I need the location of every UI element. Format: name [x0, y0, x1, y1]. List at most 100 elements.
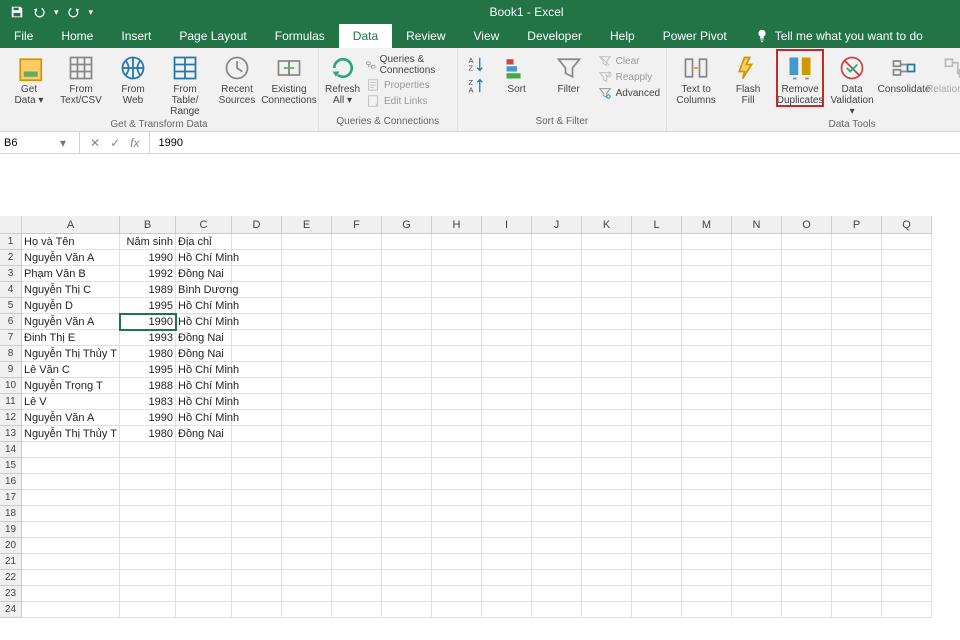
cell-B21[interactable] [120, 554, 176, 570]
sort-desc-button[interactable]: ZA [464, 76, 488, 96]
cell-F3[interactable] [332, 266, 382, 282]
cell-E24[interactable] [282, 602, 332, 618]
cell-O22[interactable] [782, 570, 832, 586]
row-header-13[interactable]: 13 [0, 426, 22, 442]
cell-F4[interactable] [332, 282, 382, 298]
cell-Q12[interactable] [882, 410, 932, 426]
cell-A5[interactable]: Nguyễn D [22, 298, 120, 314]
cell-Q7[interactable] [882, 330, 932, 346]
cell-I10[interactable] [482, 378, 532, 394]
row-headers[interactable]: 123456789101112131415161718192021222324 [0, 234, 22, 618]
cell-O13[interactable] [782, 426, 832, 442]
cell-L3[interactable] [632, 266, 682, 282]
cell-F7[interactable] [332, 330, 382, 346]
undo-icon[interactable] [32, 5, 46, 19]
redo-icon[interactable] [67, 5, 81, 19]
cell-D7[interactable] [232, 330, 282, 346]
cell-I18[interactable] [482, 506, 532, 522]
cell-F19[interactable] [332, 522, 382, 538]
cell-L14[interactable] [632, 442, 682, 458]
cell-E2[interactable] [282, 250, 332, 266]
cell-J21[interactable] [532, 554, 582, 570]
cell-Q15[interactable] [882, 458, 932, 474]
row-header-15[interactable]: 15 [0, 458, 22, 474]
from-web-button[interactable]: FromWeb [110, 50, 156, 106]
cell-O19[interactable] [782, 522, 832, 538]
col-header-C[interactable]: C [176, 216, 232, 234]
row-header-1[interactable]: 1 [0, 234, 22, 250]
cell-O18[interactable] [782, 506, 832, 522]
cell-N11[interactable] [732, 394, 782, 410]
cell-P1[interactable] [832, 234, 882, 250]
save-icon[interactable] [10, 5, 24, 19]
cell-J16[interactable] [532, 474, 582, 490]
cell-O23[interactable] [782, 586, 832, 602]
row-header-10[interactable]: 10 [0, 378, 22, 394]
cell-P21[interactable] [832, 554, 882, 570]
cell-D14[interactable] [232, 442, 282, 458]
cell-C21[interactable] [176, 554, 232, 570]
cell-B3[interactable]: 1992 [120, 266, 176, 282]
cell-H8[interactable] [432, 346, 482, 362]
cell-Q1[interactable] [882, 234, 932, 250]
cell-J5[interactable] [532, 298, 582, 314]
cell-E6[interactable] [282, 314, 332, 330]
cell-D13[interactable] [232, 426, 282, 442]
cell-M18[interactable] [682, 506, 732, 522]
cell-B23[interactable] [120, 586, 176, 602]
tell-me-search[interactable]: Tell me what you want to do [741, 24, 923, 48]
cell-P5[interactable] [832, 298, 882, 314]
cell-H7[interactable] [432, 330, 482, 346]
cell-J9[interactable] [532, 362, 582, 378]
tab-help[interactable]: Help [596, 24, 649, 48]
advanced-button[interactable]: Advanced [598, 86, 660, 100]
row-header-21[interactable]: 21 [0, 554, 22, 570]
cell-A22[interactable] [22, 570, 120, 586]
cell-N18[interactable] [732, 506, 782, 522]
cell-D23[interactable] [232, 586, 282, 602]
chevron-down-icon[interactable]: ▾ [54, 7, 59, 18]
cell-B4[interactable]: 1989 [120, 282, 176, 298]
cell-O11[interactable] [782, 394, 832, 410]
cell-K20[interactable] [582, 538, 632, 554]
cell-B19[interactable] [120, 522, 176, 538]
cell-A2[interactable]: Nguyễn Văn A [22, 250, 120, 266]
cell-I20[interactable] [482, 538, 532, 554]
cell-Q11[interactable] [882, 394, 932, 410]
cell-J11[interactable] [532, 394, 582, 410]
cell-G15[interactable] [382, 458, 432, 474]
row-header-6[interactable]: 6 [0, 314, 22, 330]
cell-K16[interactable] [582, 474, 632, 490]
cell-J1[interactable] [532, 234, 582, 250]
cell-Q2[interactable] [882, 250, 932, 266]
cell-E21[interactable] [282, 554, 332, 570]
cell-O6[interactable] [782, 314, 832, 330]
cell-Q22[interactable] [882, 570, 932, 586]
cell-N8[interactable] [732, 346, 782, 362]
cell-A13[interactable]: Nguyễn Thị Thủy T [22, 426, 120, 442]
cell-M22[interactable] [682, 570, 732, 586]
cell-M8[interactable] [682, 346, 732, 362]
cell-P22[interactable] [832, 570, 882, 586]
cell-C4[interactable]: Bình Dương [176, 282, 232, 298]
cell-G10[interactable] [382, 378, 432, 394]
cell-C19[interactable] [176, 522, 232, 538]
cell-C12[interactable]: Hồ Chí Minh [176, 410, 232, 426]
from-table-range-button[interactable]: From Table/Range [162, 50, 208, 117]
cell-L18[interactable] [632, 506, 682, 522]
cell-O10[interactable] [782, 378, 832, 394]
cell-Q6[interactable] [882, 314, 932, 330]
col-header-I[interactable]: I [482, 216, 532, 234]
tab-review[interactable]: Review [392, 24, 459, 48]
cell-K12[interactable] [582, 410, 632, 426]
cell-H10[interactable] [432, 378, 482, 394]
cell-H6[interactable] [432, 314, 482, 330]
cell-H18[interactable] [432, 506, 482, 522]
cell-F18[interactable] [332, 506, 382, 522]
cell-O12[interactable] [782, 410, 832, 426]
cell-P20[interactable] [832, 538, 882, 554]
cell-O17[interactable] [782, 490, 832, 506]
cell-I3[interactable] [482, 266, 532, 282]
cell-J13[interactable] [532, 426, 582, 442]
cell-G6[interactable] [382, 314, 432, 330]
